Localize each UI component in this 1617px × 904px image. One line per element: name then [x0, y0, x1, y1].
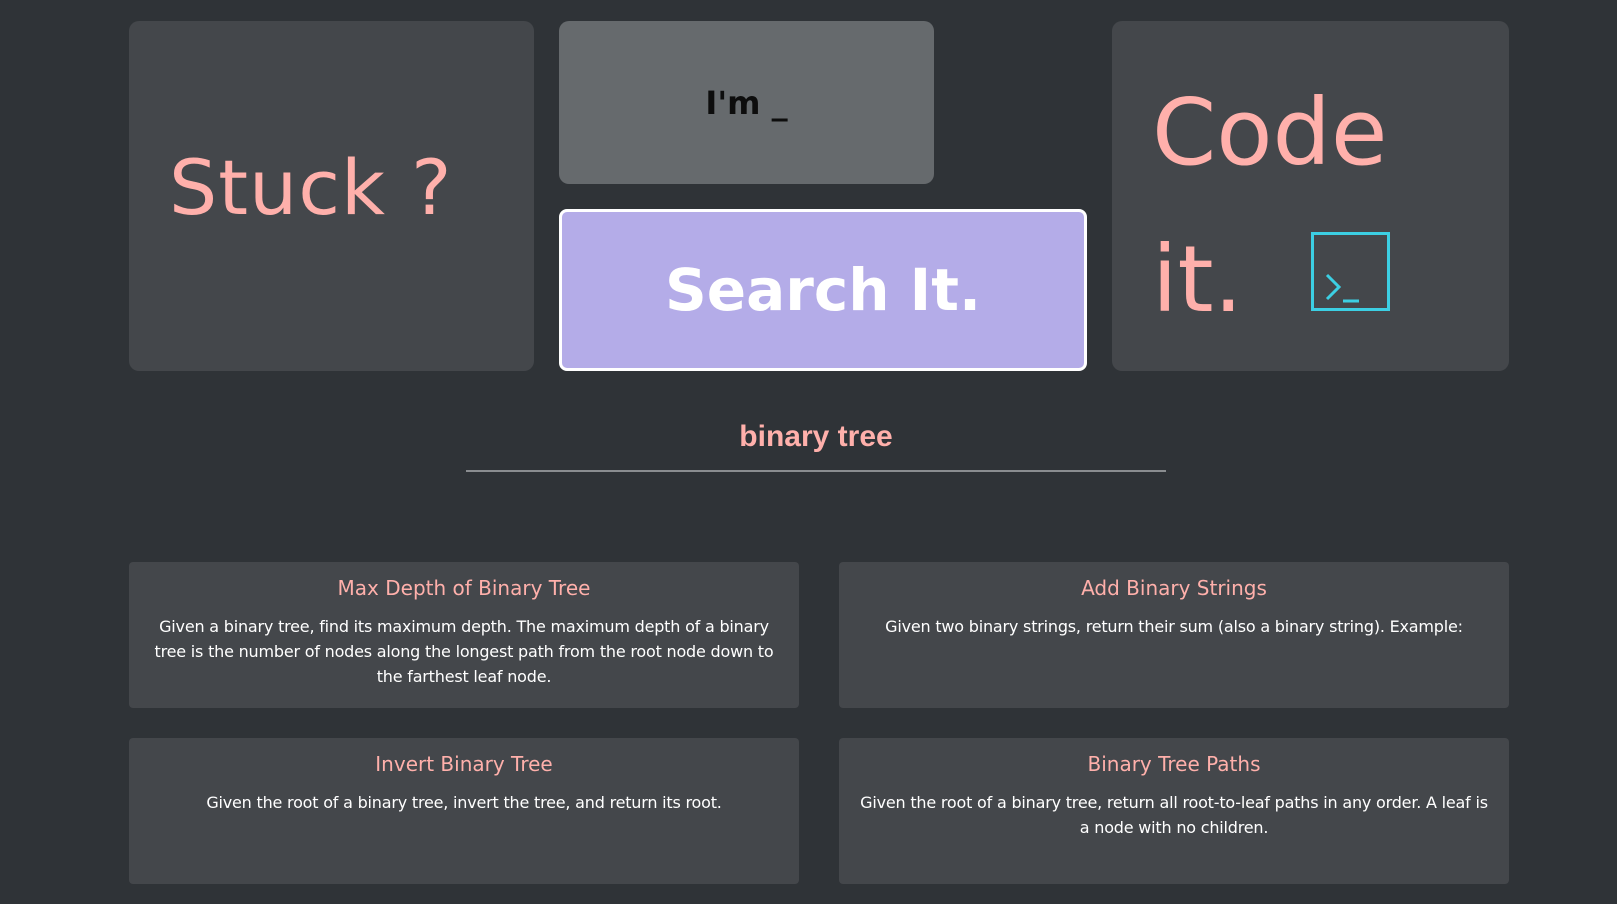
result-card[interactable]: Add Binary Strings Given two binary stri… — [839, 562, 1509, 708]
page: Stuck ? I'm _ Search It. Code it. binary… — [0, 0, 1617, 904]
result-description: Given a binary tree, find its maximum de… — [154, 617, 774, 686]
stuck-heading: Stuck ? — [169, 143, 453, 232]
result-title: Invert Binary Tree — [375, 752, 553, 776]
typing-tile: I'm _ — [559, 21, 934, 184]
result-title: Add Binary Strings — [1081, 576, 1267, 600]
result-title: Max Depth of Binary Tree — [337, 576, 591, 600]
code-it-tile: Code it. — [1112, 21, 1509, 371]
stuck-tile: Stuck ? — [129, 21, 534, 371]
search-it-label: Search It. — [664, 256, 982, 324]
result-card[interactable]: Max Depth of Binary Tree Given a binary … — [129, 562, 799, 708]
typing-text: I'm _ — [705, 83, 788, 122]
result-title: Binary Tree Paths — [1087, 752, 1261, 776]
result-description: Given the root of a binary tree, invert … — [206, 793, 722, 812]
terminal-icon — [1311, 232, 1390, 311]
result-card[interactable]: Invert Binary Tree Given the root of a b… — [129, 738, 799, 884]
search-query: binary tree — [739, 420, 893, 453]
search-it-button[interactable]: Search It. — [559, 209, 1087, 371]
it-heading: it. — [1152, 226, 1243, 333]
query-underline — [466, 470, 1166, 472]
result-description: Given the root of a binary tree, return … — [860, 793, 1488, 837]
result-description: Given two binary strings, return their s… — [885, 617, 1463, 636]
code-heading: Code — [1152, 79, 1388, 186]
result-card[interactable]: Binary Tree Paths Given the root of a bi… — [839, 738, 1509, 884]
